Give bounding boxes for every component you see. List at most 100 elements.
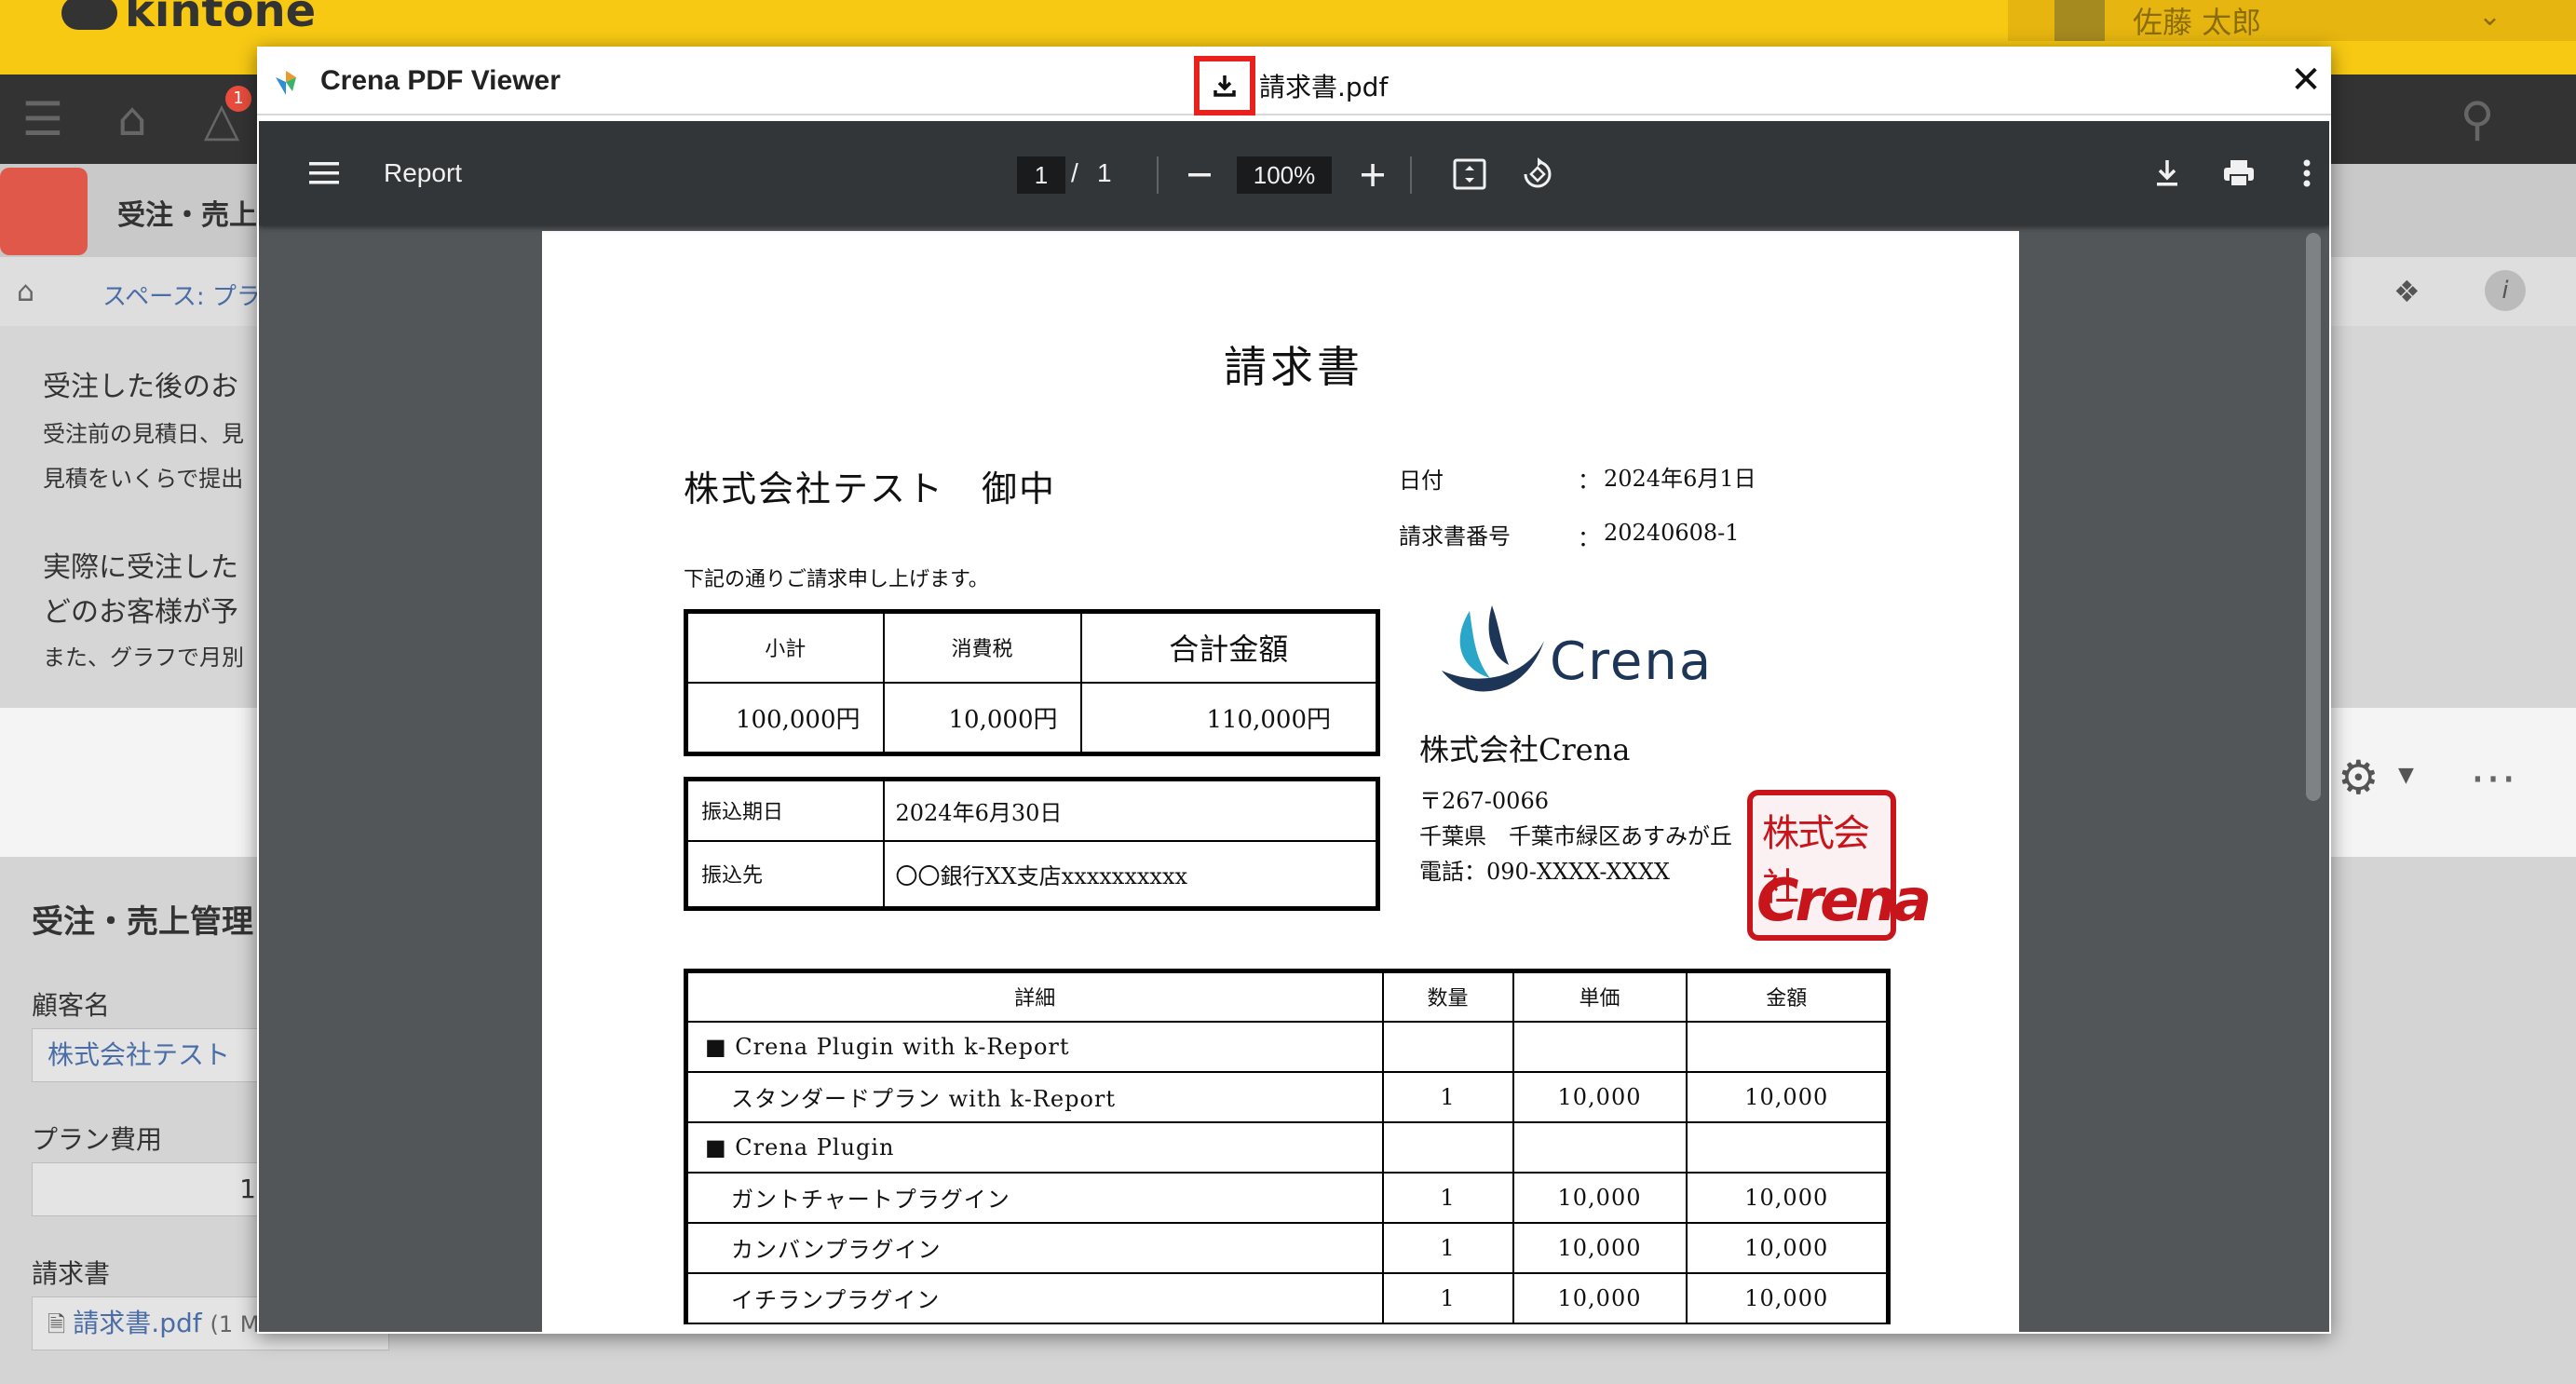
date-value: 2024年6月1日 (1604, 466, 1756, 492)
item-unit-price (1512, 1120, 1688, 1174)
item-amount: 10,000 (1685, 1271, 1890, 1324)
item-amount (1685, 1020, 1890, 1073)
plan-cost-field[interactable]: 1 (32, 1162, 264, 1216)
pdf-document-title: Report (384, 158, 463, 187)
company-seal-stamp: 株式会社 Crena (1747, 790, 1932, 941)
home-icon[interactable]: ⌂ (104, 91, 160, 147)
gear-icon[interactable]: ⚙ (2338, 751, 2379, 805)
rotate-icon[interactable] (1520, 156, 1555, 192)
zoom-out-icon[interactable] (1185, 162, 1214, 188)
dialog-titlebar: Crena PDF Viewer 請求書.pdf ✕ (257, 47, 2331, 115)
crena-logo-mark-icon (1442, 605, 1544, 692)
dialog-title: Crena PDF Viewer (320, 65, 561, 96)
item-amount (1685, 1120, 1890, 1174)
pdf-page: 請求書 株式会社テスト 御中 日付 ： 2024年6月1日 請求書番号 ： 20… (542, 231, 2019, 1332)
customer-field[interactable]: 株式会社テスト (32, 1028, 264, 1082)
subtotal-header: 小計 (685, 610, 885, 684)
tax-header: 消費税 (882, 610, 1082, 684)
print-icon[interactable] (2222, 158, 2256, 188)
bank-value: 〇〇銀行XX支店xxxxxxxxxx (882, 839, 1379, 910)
item-quantity: 1 (1381, 1171, 1514, 1224)
total-value: 110,000円 (1079, 681, 1379, 755)
page-number-input[interactable] (1017, 156, 1065, 194)
download-button[interactable] (1194, 56, 1255, 115)
pdf-toolbar: Report / 1 (259, 121, 2329, 225)
hamburger-menu-icon[interactable]: ☰ (15, 91, 71, 147)
due-date-value: 2024年6月30日 (882, 778, 1379, 842)
description-line: 受注した後のお (43, 371, 238, 403)
description-line: 受注前の見積日、見 (43, 421, 244, 447)
table-row: スタンダードプラン with k-Report 1 10,000 10,000 (685, 1070, 1890, 1123)
table-row: ■ Crena Plugin with k-Report (685, 1020, 1890, 1073)
subtotal-value: 100,000円 (685, 681, 885, 755)
item-unit-price (1512, 1020, 1688, 1073)
item-quantity: 1 (1381, 1271, 1514, 1324)
user-name: 佐藤 太郎 (2133, 5, 2262, 40)
table-row: ガントチャートプラグイン 1 10,000 10,000 (685, 1171, 1890, 1224)
item-unit-price: 10,000 (1512, 1070, 1688, 1123)
page-separator: / (1071, 158, 1078, 187)
company-address: 千葉県 千葉市緑区あすみが丘 (1419, 823, 1732, 849)
customer-label: 顧客名 (32, 990, 111, 1021)
company-phone: 電話：090-XXXX-XXXX (1419, 859, 1671, 885)
description-line: 実際に受注した (43, 551, 238, 584)
download-icon (1213, 75, 1236, 97)
more-vertical-icon[interactable] (2302, 158, 2312, 188)
summary-table: 小計 消費税 合計金額 100,000円 10,000円 110,000円 (684, 609, 1380, 756)
date-label: 日付 (1399, 468, 1444, 494)
item-quantity: 1 (1381, 1221, 1514, 1274)
plan-cost-label: プラン費用 (32, 1124, 163, 1155)
table-row: ■ Crena Plugin (685, 1120, 1890, 1174)
page-total: 1 (1097, 158, 1112, 187)
item-quantity (1381, 1020, 1514, 1073)
menu-icon[interactable] (307, 160, 341, 186)
invoice-file-size: (1 M (210, 1311, 260, 1337)
user-avatar-icon (2054, 0, 2105, 41)
invoice-label: 請求書 (32, 1258, 111, 1289)
item-unit-price: 10,000 (1512, 1221, 1688, 1274)
invoice-title: 請求書 (1224, 342, 1363, 392)
kintone-logo[interactable]: kintone (61, 0, 316, 41)
notification-badge: 1 (225, 86, 251, 112)
payment-table: 振込期日 2024年6月30日 振込先 〇〇銀行XX支店xxxxxxxxxx (684, 777, 1380, 911)
invoice-intro: 下記の通りご請求申し上げます。 (684, 568, 989, 591)
crena-logo-icon (276, 71, 296, 95)
info-icon[interactable]: i (2485, 270, 2526, 311)
pdf-viewer: Report / 1 (259, 121, 2329, 1332)
fit-page-icon[interactable] (1453, 158, 1486, 190)
toolbar-divider (1157, 156, 1159, 194)
invoice-number-label: 請求書番号 (1399, 523, 1511, 550)
search-icon[interactable]: ⚲ (2449, 91, 2505, 147)
pin-icon[interactable]: ❖ (2393, 274, 2420, 309)
company-name: 株式会社Crena (1419, 732, 1631, 767)
vertical-scrollbar[interactable] (2306, 233, 2321, 801)
item-detail: カンバンプラグイン (685, 1221, 1384, 1274)
chevron-down-icon[interactable]: ▼ (2398, 764, 2414, 787)
description-line: 見積をいくらで提出 (43, 466, 244, 492)
items-header-detail: 詳細 (685, 970, 1384, 1023)
item-detail: スタンダードプラン with k-Report (685, 1070, 1384, 1123)
item-detail: ■ Crena Plugin (685, 1120, 1384, 1174)
crena-logo-text: Crena (1550, 631, 1714, 692)
invoice-file-link[interactable]: 請求書.pdf (73, 1308, 201, 1338)
breadcrumb-home-icon[interactable]: ⌂ (17, 276, 34, 308)
due-date-label: 振込期日 (685, 778, 885, 842)
item-quantity: 1 (1381, 1070, 1514, 1123)
chevron-down-icon: ⌄ (2477, 0, 2501, 33)
description-line: また、グラフで月別 (43, 645, 244, 671)
table-row: イチランプラグイン 1 10,000 10,000 (685, 1271, 1890, 1324)
item-detail: ■ Crena Plugin with k-Report (685, 1020, 1384, 1073)
pdf-viewer-dialog: Crena PDF Viewer 請求書.pdf ✕ Report / 1 (257, 47, 2331, 1334)
user-menu[interactable]: 佐藤 太郎 ⌄ (2008, 0, 2576, 41)
dialog-filename: 請求書.pdf (1259, 72, 1389, 102)
close-button[interactable]: ✕ (2287, 60, 2325, 101)
table-row: カンバンプラグイン 1 10,000 10,000 (685, 1221, 1890, 1274)
invoice-client: 株式会社テスト 御中 (684, 468, 1057, 509)
toolbar-download-icon[interactable] (2153, 158, 2181, 188)
breadcrumb-space-link[interactable]: スペース: プラ (102, 278, 261, 312)
item-quantity (1381, 1120, 1514, 1174)
zoom-level-input[interactable] (1237, 156, 1332, 194)
more-options-icon[interactable]: ⋯ (2470, 751, 2518, 805)
items-header-qty: 数量 (1381, 970, 1514, 1023)
zoom-in-icon[interactable] (1358, 160, 1388, 190)
